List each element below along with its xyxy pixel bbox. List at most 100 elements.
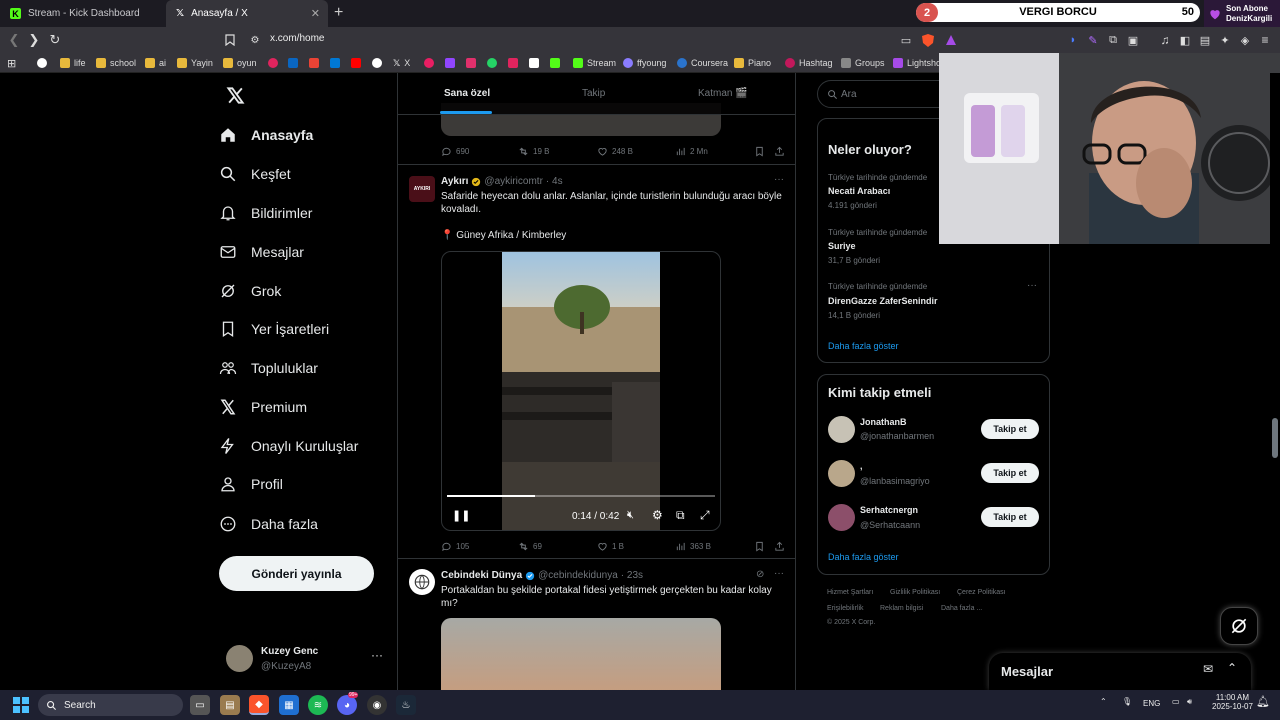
bookmark-oyun[interactable]: oyun (223, 55, 257, 71)
bookmark-icon-2[interactable] (424, 55, 434, 71)
spotify-icon[interactable]: ≋ (308, 695, 328, 715)
bookmark-groups[interactable]: Groups (841, 55, 885, 71)
nav-home[interactable]: Anasayfa (219, 124, 389, 146)
footer-link[interactable]: Hizmet Şartları (827, 589, 873, 596)
video-progress-track[interactable] (447, 495, 715, 497)
bookmark-linkedin[interactable] (288, 55, 298, 71)
messages-drawer[interactable]: Mesajlar ✉ ⌃ (989, 653, 1251, 690)
tweet-author-handle[interactable]: @aykiricomtr (484, 176, 543, 187)
post-button[interactable]: Gönderi yayınla (219, 556, 374, 591)
bookmark-ai[interactable]: ai (145, 55, 166, 71)
apps-icon[interactable]: ⊞ (7, 55, 16, 71)
show-hidden-icons[interactable]: ⌃ (1100, 697, 1107, 706)
footer-link[interactable]: Gizlilik Politikası (890, 589, 940, 596)
avatar[interactable] (409, 569, 435, 595)
brave-rewards-icon[interactable] (941, 27, 961, 53)
sidebar-toggle-icon[interactable]: ◧ (1175, 27, 1195, 53)
x-logo-icon[interactable] (226, 86, 246, 106)
video-player[interactable]: ❚❚ 0:14 / 0:42 🔇︎ ⚙ ⧉ ⤢ (441, 251, 721, 531)
like-button[interactable]: 248 B (597, 146, 633, 157)
extension-icon[interactable]: ▣ (1123, 27, 1143, 53)
mute-icon[interactable]: 🔇︎ (627, 509, 634, 522)
tweet-time[interactable]: · 23s (621, 570, 643, 581)
bookmark-piano[interactable]: Piano (734, 55, 771, 71)
bookmark-gmail[interactable] (309, 55, 319, 71)
forward-button[interactable]: ❯ (24, 27, 44, 53)
nav-explore[interactable]: Keşfet (219, 163, 389, 185)
task-view-icon[interactable]: ▭ (190, 695, 210, 715)
search-input[interactable]: Ara (841, 89, 857, 100)
follow-button[interactable]: Takip et (981, 419, 1039, 439)
expand-icon[interactable]: ⌃ (1227, 661, 1237, 675)
like-button[interactable]: 1 B (597, 541, 624, 552)
reload-button[interactable]: ↻ (45, 27, 65, 53)
tab-x-home[interactable]: 𝕏 Anasayfa / X ✕ (166, 0, 328, 27)
taskbar-search[interactable]: Search (38, 694, 183, 716)
leo-ai-icon[interactable]: ✦ (1215, 27, 1235, 53)
tweet-time[interactable]: · 4s (546, 176, 563, 187)
views-button[interactable]: 2 Mn (675, 146, 708, 157)
bookmark-icon-1[interactable] (268, 55, 278, 71)
bookmark-button[interactable] (754, 541, 765, 552)
nav-verified-orgs[interactable]: Onaylı Kuruluşlar (219, 435, 389, 457)
views-button[interactable]: 363 B (675, 541, 711, 552)
brave-shield-icon[interactable] (918, 27, 938, 53)
pip-icon[interactable]: ⧉ (676, 508, 685, 523)
brave-browser-icon[interactable]: ◆ (249, 695, 269, 715)
grok-icon[interactable]: ⊘ (756, 569, 764, 580)
language-indicator[interactable]: ENG (1143, 699, 1160, 708)
nav-premium[interactable]: Premium (219, 396, 389, 418)
footer-link[interactable]: Reklam bilgisi (880, 605, 923, 612)
account-switcher[interactable]: Kuzey Genc @KuzeyA8 ··· (226, 642, 386, 678)
wallet-icon[interactable]: ▤ (1195, 27, 1215, 53)
nav-grok[interactable]: Grok (219, 280, 389, 302)
extension-icon[interactable]: ◗ (1063, 27, 1083, 53)
nav-notifications[interactable]: Bildirimler (219, 202, 389, 224)
nav-bookmarks[interactable]: Yer İşaretleri (219, 318, 389, 340)
file-explorer-icon[interactable]: ▤ (220, 695, 240, 715)
bookmark-ffyoung[interactable]: ffyoung (623, 55, 666, 71)
bookmark-youtube[interactable] (351, 55, 361, 71)
close-tab-icon[interactable]: ✕ (311, 7, 320, 20)
notifications-icon[interactable]: 🔔︎ (1256, 695, 1270, 708)
tab-katman[interactable]: Katman 🎬 (698, 88, 748, 99)
bookmark-coursera[interactable]: Coursera (677, 55, 728, 71)
discord-icon[interactable]: ◕ 99+ (337, 692, 359, 715)
fullscreen-icon[interactable]: ⤢ (700, 508, 710, 523)
repost-button[interactable]: 69 (518, 541, 542, 552)
menu-icon[interactable]: ≡ (1255, 27, 1275, 53)
tweet-author-name[interactable]: Cebindeki Dünya (441, 570, 522, 581)
tweet[interactable]: AYKIRI Aykırı @aykiricomtr · 4s ··· Safa… (398, 165, 795, 559)
trends-show-more-link[interactable]: Daha fazla göster (828, 341, 899, 351)
tweet-author-name[interactable]: Aykırı (441, 176, 468, 187)
volume-icon[interactable]: 🔊︎ (1187, 697, 1192, 707)
bookmark-google[interactable] (37, 55, 47, 71)
bookmark-instagram[interactable] (466, 55, 476, 71)
avatar[interactable]: AYKIRI (409, 176, 435, 202)
scrollbar-thumb[interactable] (1272, 418, 1278, 458)
windows-start-icon[interactable] (11, 695, 31, 715)
obs-icon[interactable]: ◉ (367, 695, 387, 715)
bookmark-amazon[interactable] (529, 55, 539, 71)
follow-show-more-link[interactable]: Daha fazla göster (828, 552, 899, 562)
bookmark-life[interactable]: life (60, 55, 86, 71)
reply-button[interactable]: 105 (441, 541, 469, 552)
bookmark-hashtag[interactable]: Hashtag (785, 55, 833, 71)
tweet-author-handle[interactable]: @cebindekidunya (538, 570, 618, 581)
bookmark-chrome[interactable] (372, 55, 382, 71)
footer-link[interactable]: Erişilebilirlik (827, 605, 864, 612)
vpn-icon[interactable]: ◈ (1235, 27, 1255, 53)
microphone-icon[interactable]: 🎙︎ (1122, 697, 1132, 706)
more-icon[interactable]: ··· (774, 568, 784, 579)
cast-icon[interactable]: ▭ (896, 27, 916, 53)
bookmark-tumblr[interactable] (508, 55, 518, 71)
bookmark-twitch[interactable] (445, 55, 455, 71)
nav-more[interactable]: Daha fazla (219, 513, 389, 535)
bookmark-school[interactable]: school (96, 55, 136, 71)
tweet[interactable]: Cebindeki Dünya @cebindekidunya · 23s ⊘ … (398, 559, 795, 690)
site-info-icon[interactable]: ⚙ (245, 27, 265, 53)
bookmark-stream[interactable]: Stream (573, 55, 616, 71)
bookmark-kick[interactable] (550, 55, 560, 71)
url-input[interactable]: x.com/home (270, 33, 324, 44)
bookmark-lightshot[interactable]: Lightshot (893, 55, 944, 71)
